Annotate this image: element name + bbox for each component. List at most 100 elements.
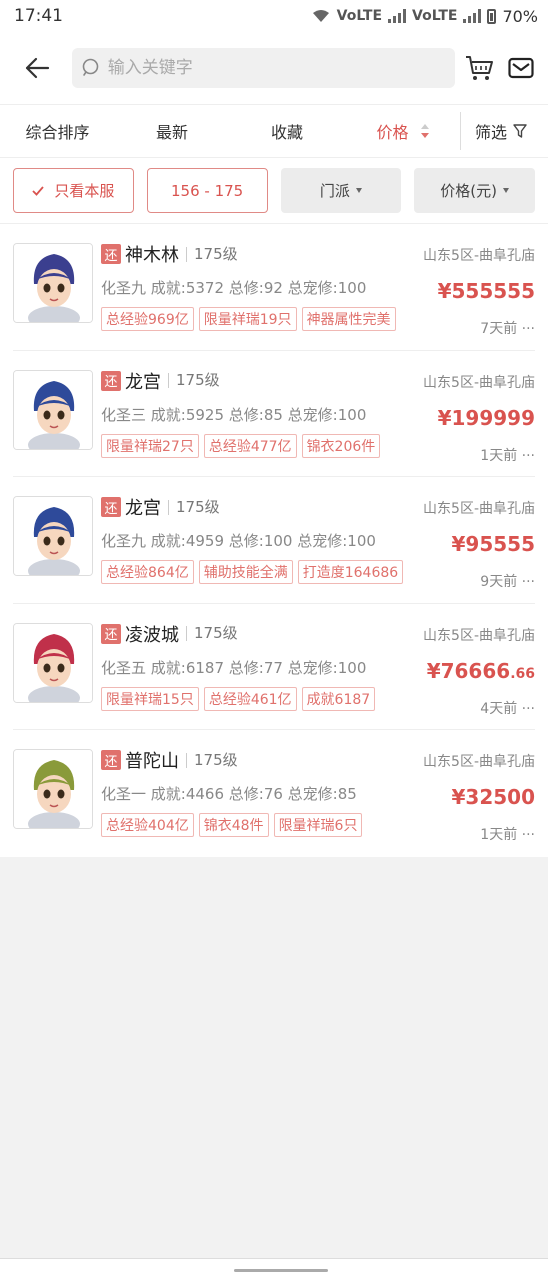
listing-item[interactable]: 还 龙宫 175级 山东5区-曲阜孔庙 化圣九 成就:4959 总修:100 总… [13,477,535,604]
message-button[interactable] [504,51,538,85]
listing-tags: 总经验404亿 锦衣48件 限量祥瑞6只 [101,813,535,837]
listing-tag: 辅助技能全满 [198,560,293,584]
signal-icon [388,9,407,23]
listing-item[interactable]: 还 神木林 175级 山东5区-曲阜孔庙 化圣九 成就:5372 总修:92 总… [13,224,535,351]
sort-price[interactable]: 价格 [345,119,460,143]
server-name: 山东5区-曲阜孔庙 [423,501,535,517]
listing-price: ¥555555 [438,279,535,303]
network-label-1: VoLTE [336,8,383,24]
listing-time[interactable]: 1天前 ··· [480,445,535,465]
price-main: ¥199999 [437,405,535,430]
listing-tags: 总经验969亿 限量祥瑞19只 神器属性完美 [101,307,535,331]
listing-list: 还 神木林 175级 山东5区-曲阜孔庙 化圣九 成就:5372 总修:92 总… [0,224,548,857]
character-avatar [13,243,93,323]
price-decimal: .66 [510,665,535,682]
listing-price: ¥95555 [452,532,536,556]
listing-item[interactable]: 还 普陀山 175级 山东5区-曲阜孔庙 化圣一 成就:4466 总修:76 总… [13,730,535,857]
listing-info: 还 龙宫 175级 山东5区-曲阜孔庙 化圣三 成就:5925 总修:85 总宠… [101,370,535,477]
listing-info: 还 龙宫 175级 山东5区-曲阜孔庙 化圣九 成就:4959 总修:100 总… [101,496,535,603]
listing-tag: 锦衣206件 [301,433,381,458]
listing-tags: 总经验864亿 辅助技能全满 打造度164686 [101,560,535,584]
return-badge: 还 [101,244,121,264]
price-filter-label: 价格(元) [440,182,497,200]
school-dropdown[interactable]: 门派 [280,168,402,213]
status-icons: VoLTE VoLTE 70% [311,7,538,26]
listing-item[interactable]: 还 龙宫 175级 山东5区-曲阜孔庙 化圣三 成就:5925 总修:85 总宠… [13,351,535,477]
listing-tag: 限量祥瑞27只 [101,433,199,458]
back-button[interactable] [22,53,52,83]
status-bar: 17:41 VoLTE VoLTE 70% [0,0,548,32]
server-name: 山东5区-曲阜孔庙 [423,374,535,391]
listing-time[interactable]: 1天前 ··· [480,824,535,844]
school-name: 龙宫 [125,371,161,393]
listing-tag: 限量祥瑞19只 [198,307,297,331]
listing-tag: 成就6187 [301,686,376,711]
listing-tags: 限量祥瑞27只 总经验477亿 锦衣206件 [101,433,535,458]
character-avatar [13,622,93,703]
character-level: 175级 [186,752,238,768]
listing-price: ¥32500 [452,785,536,809]
own-server-toggle[interactable]: 只看本服 [13,168,134,213]
listing-tag: 锦衣48件 [198,813,269,837]
return-badge: 还 [101,370,121,391]
listing-tag: 限量祥瑞15只 [101,686,199,711]
character-avatar [13,496,93,576]
caret-down-icon [355,188,362,193]
battery-icon [487,8,497,24]
listing-tag: 打造度164686 [297,560,404,584]
return-badge: 还 [101,497,121,517]
listing-tag: 总经验969亿 [101,307,194,331]
sort-arrows-icon [420,124,429,138]
price-main: ¥76666 [426,658,511,683]
listing-tag: 限量祥瑞6只 [273,813,363,837]
listing-time[interactable]: 4天前 ··· [480,698,535,718]
price-main: ¥32500 [451,785,536,809]
character-avatar [13,369,93,450]
listing-info: 还 神木林 175级 山东5区-曲阜孔庙 化圣九 成就:5372 总修:92 总… [101,243,535,350]
check-icon [32,185,45,196]
filter-button[interactable]: 筛选 [475,119,527,143]
wifi-icon [312,10,329,22]
server-name: 山东5区-曲阜孔庙 [423,754,535,770]
battery-level: 70% [502,6,538,26]
school-name: 神木林 [125,245,179,266]
price-dropdown[interactable]: 价格(元) [414,168,535,213]
price-main: ¥555555 [437,279,535,303]
search-input[interactable] [107,58,428,78]
listing-info: 还 普陀山 175级 山东5区-曲阜孔庙 化圣一 成就:4466 总修:76 总… [101,749,535,857]
search-box[interactable] [71,48,455,88]
arrow-left-icon [25,57,49,79]
school-name: 凌波城 [125,624,179,646]
signal-icon [463,9,482,23]
listing-time[interactable]: 7天前 ··· [480,318,535,338]
sort-favorites[interactable]: 收藏 [229,119,345,143]
listing-tags: 限量祥瑞15只 总经验461亿 成就6187 [101,686,535,711]
home-indicator-bar [0,1258,548,1280]
listing-price: ¥76666.66 [427,659,535,683]
network-label-2: VoLTE [412,8,458,24]
home-indicator[interactable] [234,1269,328,1272]
mail-icon [508,57,534,79]
listing-item[interactable]: 还 凌波城 175级 山东5区-曲阜孔庙 化圣五 成就:6187 总修:77 总… [13,604,535,730]
school-name: 龙宫 [125,498,161,519]
filter-chips: 只看本服 156 - 175 门派 价格(元) [0,158,548,224]
listing-tag: 总经验864亿 [101,560,194,584]
status-time: 17:41 [14,6,63,26]
listing-price: ¥199999 [438,406,535,430]
funnel-icon [513,124,527,138]
search-icon [82,58,99,76]
cart-button[interactable] [463,51,497,85]
cart-icon [466,56,494,80]
listing-tag: 神器属性完美 [301,307,396,331]
level-range-chip[interactable]: 156 - 175 [146,168,268,213]
server-name: 山东5区-曲阜孔庙 [423,627,535,644]
sort-latest[interactable]: 最新 [115,119,229,143]
school-name: 普陀山 [125,751,179,772]
price-main: ¥95555 [451,532,536,556]
listing-tag: 总经验404亿 [101,813,194,837]
caret-down-icon [502,188,509,193]
character-level: 175级 [168,499,220,515]
app-header [0,32,548,104]
listing-time[interactable]: 9天前 ··· [480,571,535,591]
sort-comprehensive[interactable]: 综合排序 [0,119,115,143]
